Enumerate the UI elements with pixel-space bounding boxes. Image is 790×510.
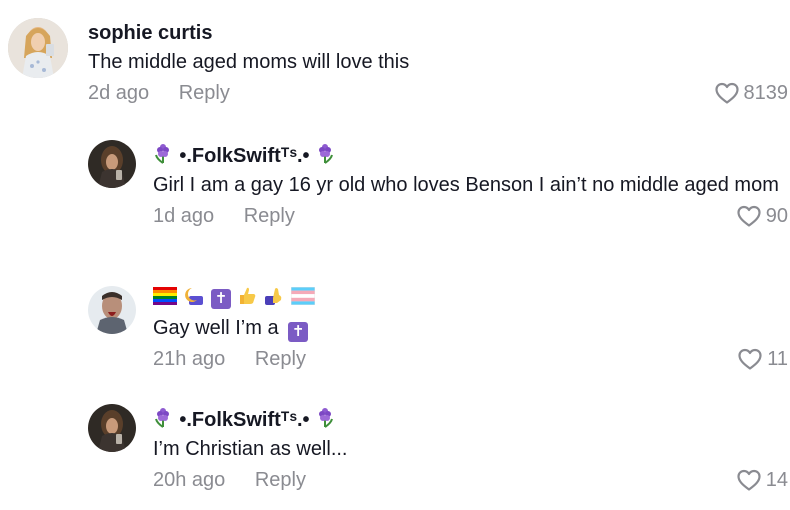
comment-text: Girl I am a gay 16 yr old who loves Bens… [153,174,779,196]
comment-meta: 1d ago Reply 90 [153,201,790,231]
comment-text: Gay well I’m a ✝ [153,314,790,342]
username[interactable]: •.FolkSwiftᵀˢ.• [153,142,790,169]
like-count: 14 [765,469,788,491]
transgender-flag-icon [290,286,316,312]
hyacinth-icon [315,143,335,167]
crescent-icon [183,286,205,313]
hyacinth-icon [315,407,335,431]
comment-content: •.FolkSwiftᵀˢ.• I’m Christian as well...… [153,406,790,495]
like-button[interactable]: 90 [736,201,788,231]
heart-outline-icon [737,205,761,227]
rainbow-flag-icon [153,286,177,312]
username[interactable]: •.FolkSwiftᵀˢ.• [153,406,790,433]
reply-button[interactable]: Reply [244,201,295,231]
like-count: 11 [767,348,788,370]
comment-item: sophie curtis The middle aged moms will … [0,18,790,118]
like-count: 90 [765,205,788,227]
username[interactable]: sophie curtis [88,20,790,46]
latin-cross-icon: ✝ [211,289,231,309]
username-text: •.FolkSwiftᵀˢ.• [179,145,310,167]
comment-item: •.FolkSwiftᵀˢ.• I’m Christian as well...… [0,404,790,504]
thumbs-up-icon [237,286,257,313]
like-button[interactable]: 14 [736,465,788,495]
comment-item: ✝ Gay well I’m a ✝ 21h ago Reply 11 [0,286,790,386]
comment-content: ✝ Gay well I’m a ✝ 21h ago Reply 11 [153,286,790,374]
comment-date: 2d ago [88,82,150,104]
comment-content: •.FolkSwiftᵀˢ.• Girl I am a gay 16 yr ol… [153,142,790,231]
hyacinth-icon [153,407,179,431]
avatar[interactable] [88,286,136,334]
comment-date: 1d ago [153,205,215,227]
avatar[interactable] [8,18,68,78]
comment-text-content: Gay well I’m a [153,317,279,339]
comment-meta: 20h ago Reply 14 [153,465,790,495]
comment-meta: 21h ago Reply 11 [153,344,790,374]
hyacinth-icon [153,143,179,167]
reply-button[interactable]: Reply [255,344,306,374]
username-text: •.FolkSwiftᵀˢ.• [179,409,310,431]
reply-button[interactable]: Reply [179,78,230,108]
heart-outline-icon [738,348,762,370]
heart-outline-icon [714,82,739,104]
comment-text: I’m Christian as well... [153,438,348,460]
latin-cross-icon: ✝ [288,322,309,342]
avatar[interactable] [88,140,136,188]
comment-content: sophie curtis The middle aged moms will … [88,20,790,108]
comment-date: 21h ago [153,348,226,370]
like-button[interactable]: 8139 [714,78,789,108]
comment-item: •.FolkSwiftᵀˢ.• Girl I am a gay 16 yr ol… [0,140,790,260]
username[interactable]: ✝ [153,286,790,312]
heart-outline-icon [737,469,761,491]
like-button[interactable]: 11 [737,344,788,374]
comment-text: The middle aged moms will love this [88,51,410,73]
pointing-hand-icon [263,286,285,313]
like-count: 8139 [743,82,789,104]
avatar[interactable] [88,404,136,452]
reply-button[interactable]: Reply [255,465,306,495]
comment-meta: 2d ago Reply 8139 [88,78,790,108]
comment-date: 20h ago [153,469,226,491]
